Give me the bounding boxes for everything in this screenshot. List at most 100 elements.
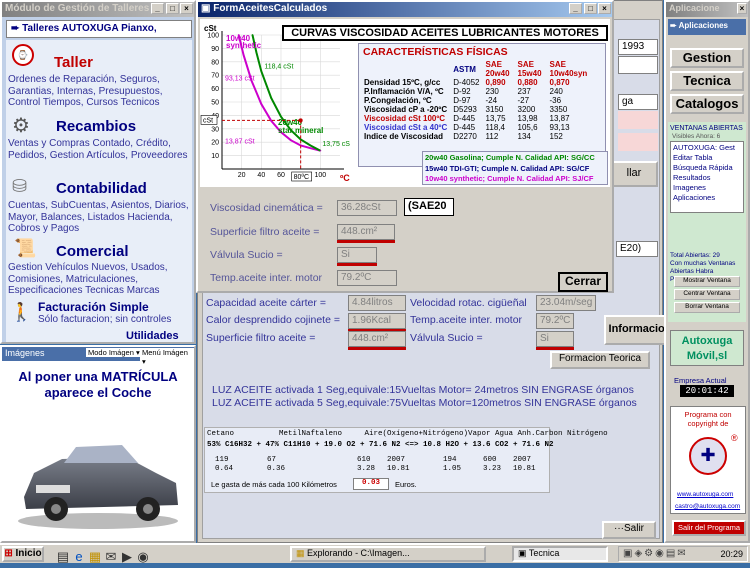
temp-label-2: Temp.aceite inter. motor: [410, 314, 523, 326]
apps-close-icon[interactable]: ×: [737, 3, 747, 14]
dialog-maximize-icon[interactable]: □: [584, 3, 597, 14]
y-tick-label: 60: [211, 86, 219, 93]
section-contabilidad-title[interactable]: Contabilidad: [56, 180, 147, 197]
section-recambios-title[interactable]: Recambios: [56, 118, 136, 135]
section-recambios-links[interactable]: Ventas y Compras Contado, Crédito, Pedid…: [8, 138, 190, 161]
list-item[interactable]: AUTOXUGA: Gest: [673, 143, 741, 153]
formacion-teorica-button[interactable]: Formacion Teorica: [550, 351, 650, 369]
person-icon[interactable]: 🚶: [10, 302, 32, 323]
section-taller-title[interactable]: Taller: [54, 54, 93, 71]
filtro-field: 448.cm²: [337, 224, 395, 240]
facturacion-desc: Sólo facturacion; sin controles: [38, 314, 172, 325]
dialog-titlebar[interactable]: ▣ FormAceitesCalculados _ □ ×: [198, 2, 612, 17]
cerrar-button[interactable]: Cerrar: [558, 272, 608, 292]
section-taller-links[interactable]: Ordenes de Reparación, Seguros, Garantia…: [8, 74, 190, 109]
table-row: Viscosidad cP a -20ºC D5293 3150 3200 3350: [364, 105, 568, 114]
aceites-dialog: ▣ FormAceitesCalculados _□× 10 20 30 40 50 60…: [196, 0, 614, 293]
document-icon[interactable]: 📜: [14, 238, 36, 259]
image-caption: Al poner una MATRÍCULA aparece el Coche: [18, 369, 178, 400]
gasta-value: 0.03: [353, 478, 389, 490]
task-tecnica[interactable]: ▣ Tecnica: [512, 546, 608, 562]
x-axis-label: ºC: [340, 173, 350, 183]
maximize-icon[interactable]: □: [166, 3, 179, 14]
centrar-button[interactable]: Centrar Ventana: [674, 289, 740, 300]
list-item[interactable]: Resultados: [673, 173, 741, 183]
utilidades-link[interactable]: Utilidades: [126, 330, 179, 342]
task-explorando[interactable]: ▦ Explorando - C:\Imagen...: [290, 546, 486, 562]
data-point: [270, 97, 273, 99]
list-item[interactable]: Búsqueda Rápida: [673, 163, 741, 173]
behind-llar-button[interactable]: llar: [610, 161, 658, 187]
mostrar-button[interactable]: Mostrar Ventana: [674, 276, 740, 287]
valvula-label: Válvula Sucio =: [210, 249, 283, 261]
table-row: Viscosidad cSt a 40ºC D-445 118,4 105,6 93,1…: [364, 123, 570, 132]
series-label-0b: synthetic: [226, 41, 262, 50]
images-window: Imágenes Modo Imágen ▾ Menú Imágen ▾ Al …: [0, 345, 196, 543]
copyright-panel: Programa con copyright de ✚ ® www.autoxu…: [670, 406, 746, 514]
copyright-logo-icon: ✚: [689, 437, 727, 475]
list-item[interactable]: Editar Tabla: [673, 153, 741, 163]
borrar-button[interactable]: Borrar Ventana: [674, 302, 740, 313]
calor-field: 1.96Kcal: [348, 313, 406, 329]
email-link[interactable]: castro@autoxuga.com: [675, 503, 740, 510]
capacidad-label: Capacidad aceite cárter =: [206, 297, 326, 309]
y-tick-label: 70: [211, 73, 219, 80]
sample-x-label: 80ºC: [294, 174, 309, 181]
coins-icon[interactable]: ⛁: [12, 176, 27, 197]
y-tick-label: 20: [211, 140, 219, 147]
dropdown-b[interactable]: ga: [618, 94, 658, 110]
section-contabilidad-links[interactable]: Cuentas, SubCuentas, Asientos, Diarios, …: [8, 200, 190, 235]
dialog-close-icon[interactable]: ×: [598, 3, 611, 14]
x-tick-label: 40: [257, 172, 265, 179]
y-tick-label: 80: [211, 59, 219, 66]
y-tick-label: 90: [211, 46, 219, 53]
app-icon[interactable]: ◉: [132, 546, 154, 568]
table-row: Indice de Viscosidad D2270 112 134 152: [364, 132, 563, 141]
arrow-right-icon: ➨: [11, 23, 20, 34]
dropdown-a[interactable]: [618, 56, 658, 74]
chem-row-1: 119 67 610 2007 194 600 2007: [215, 456, 532, 464]
superficie-label-2: Superficie filtro aceite =: [206, 332, 316, 344]
list-item[interactable]: Aplicaciones: [673, 193, 741, 203]
gears-icon[interactable]: ⚙: [12, 113, 30, 138]
annotation: 13,87 cSt: [225, 139, 255, 146]
section-comercial-links[interactable]: Gestion Vehículos Nuevos, Usados, Comisi…: [8, 262, 190, 297]
quicklaunch: ▤ e ▦ ✉ ▶ ◉: [52, 546, 162, 564]
section-comercial-title[interactable]: Comercial: [56, 243, 129, 260]
app-icon: ▣: [518, 548, 527, 558]
apps-titlebar[interactable]: Aplicacione ×: [666, 2, 748, 17]
gestion-button[interactable]: Gestion: [670, 48, 744, 68]
clock-icon[interactable]: ⌚: [12, 44, 34, 66]
web-link[interactable]: www.autoxuga.com: [677, 491, 733, 498]
list-item[interactable]: Imagenes: [673, 183, 741, 193]
dialog-minimize-icon[interactable]: _: [569, 3, 582, 14]
salir-programa-button[interactable]: Salir del Programa: [672, 520, 746, 536]
apps-header[interactable]: ➨ Aplicaciones: [668, 19, 746, 35]
catalogos-button[interactable]: Catalogos: [670, 94, 744, 114]
menu-panel: ⌚ Taller Ordenes de Reparación, Seguros,…: [6, 40, 192, 342]
salir-button[interactable]: ···Salir: [602, 521, 656, 539]
capacidad-field: 4.84litros: [348, 295, 406, 311]
minimize-icon[interactable]: _: [151, 3, 164, 14]
tray-icons[interactable]: ▣◈⚙◉▤✉: [623, 548, 688, 559]
sample-y-label: cSt: [203, 117, 213, 124]
menu-image-button[interactable]: Menú Imágen ▾: [140, 348, 194, 366]
y-tick-label: 30: [211, 126, 219, 133]
main-menu-titlebar[interactable]: Módulo de Gestión de Talleres _ □ ×: [2, 2, 194, 17]
temp-label: Temp.aceite inter. motor: [210, 272, 323, 284]
facturacion-title[interactable]: Facturación Simple: [38, 300, 149, 314]
dialog-chart-area: 10203040506070809010020406080100cStºC10w…: [200, 19, 610, 187]
api-panel: 20w40 Gasolina; Cumple N. Calidad API: S…: [422, 151, 608, 185]
start-button[interactable]: ⊞ Inicio: [2, 546, 44, 562]
api-line-15w40: 15w40 TDI-GTI; Cumple N. Calidad API: SG…: [425, 163, 590, 173]
superficie-field-2: 448.cm²: [348, 331, 406, 347]
mode-image-button[interactable]: Modo Imágen ▾: [86, 348, 142, 357]
tecnica-button[interactable]: Tecnica: [670, 71, 744, 91]
valvula-field: Si: [337, 247, 377, 263]
temp-field: 79.2ºC: [337, 270, 397, 286]
date-field[interactable]: 1993: [618, 39, 658, 55]
window-list[interactable]: AUTOXUGA: Gest Editar Tabla Búsqueda Ráp…: [670, 141, 744, 213]
close-icon[interactable]: ×: [180, 3, 193, 14]
table-row: P.Congelación, ºC D-97 -24 -27 -36: [364, 96, 562, 105]
api-line-10w40: 10w40 synthetic; Cumple N. Calidad API: …: [425, 174, 594, 183]
